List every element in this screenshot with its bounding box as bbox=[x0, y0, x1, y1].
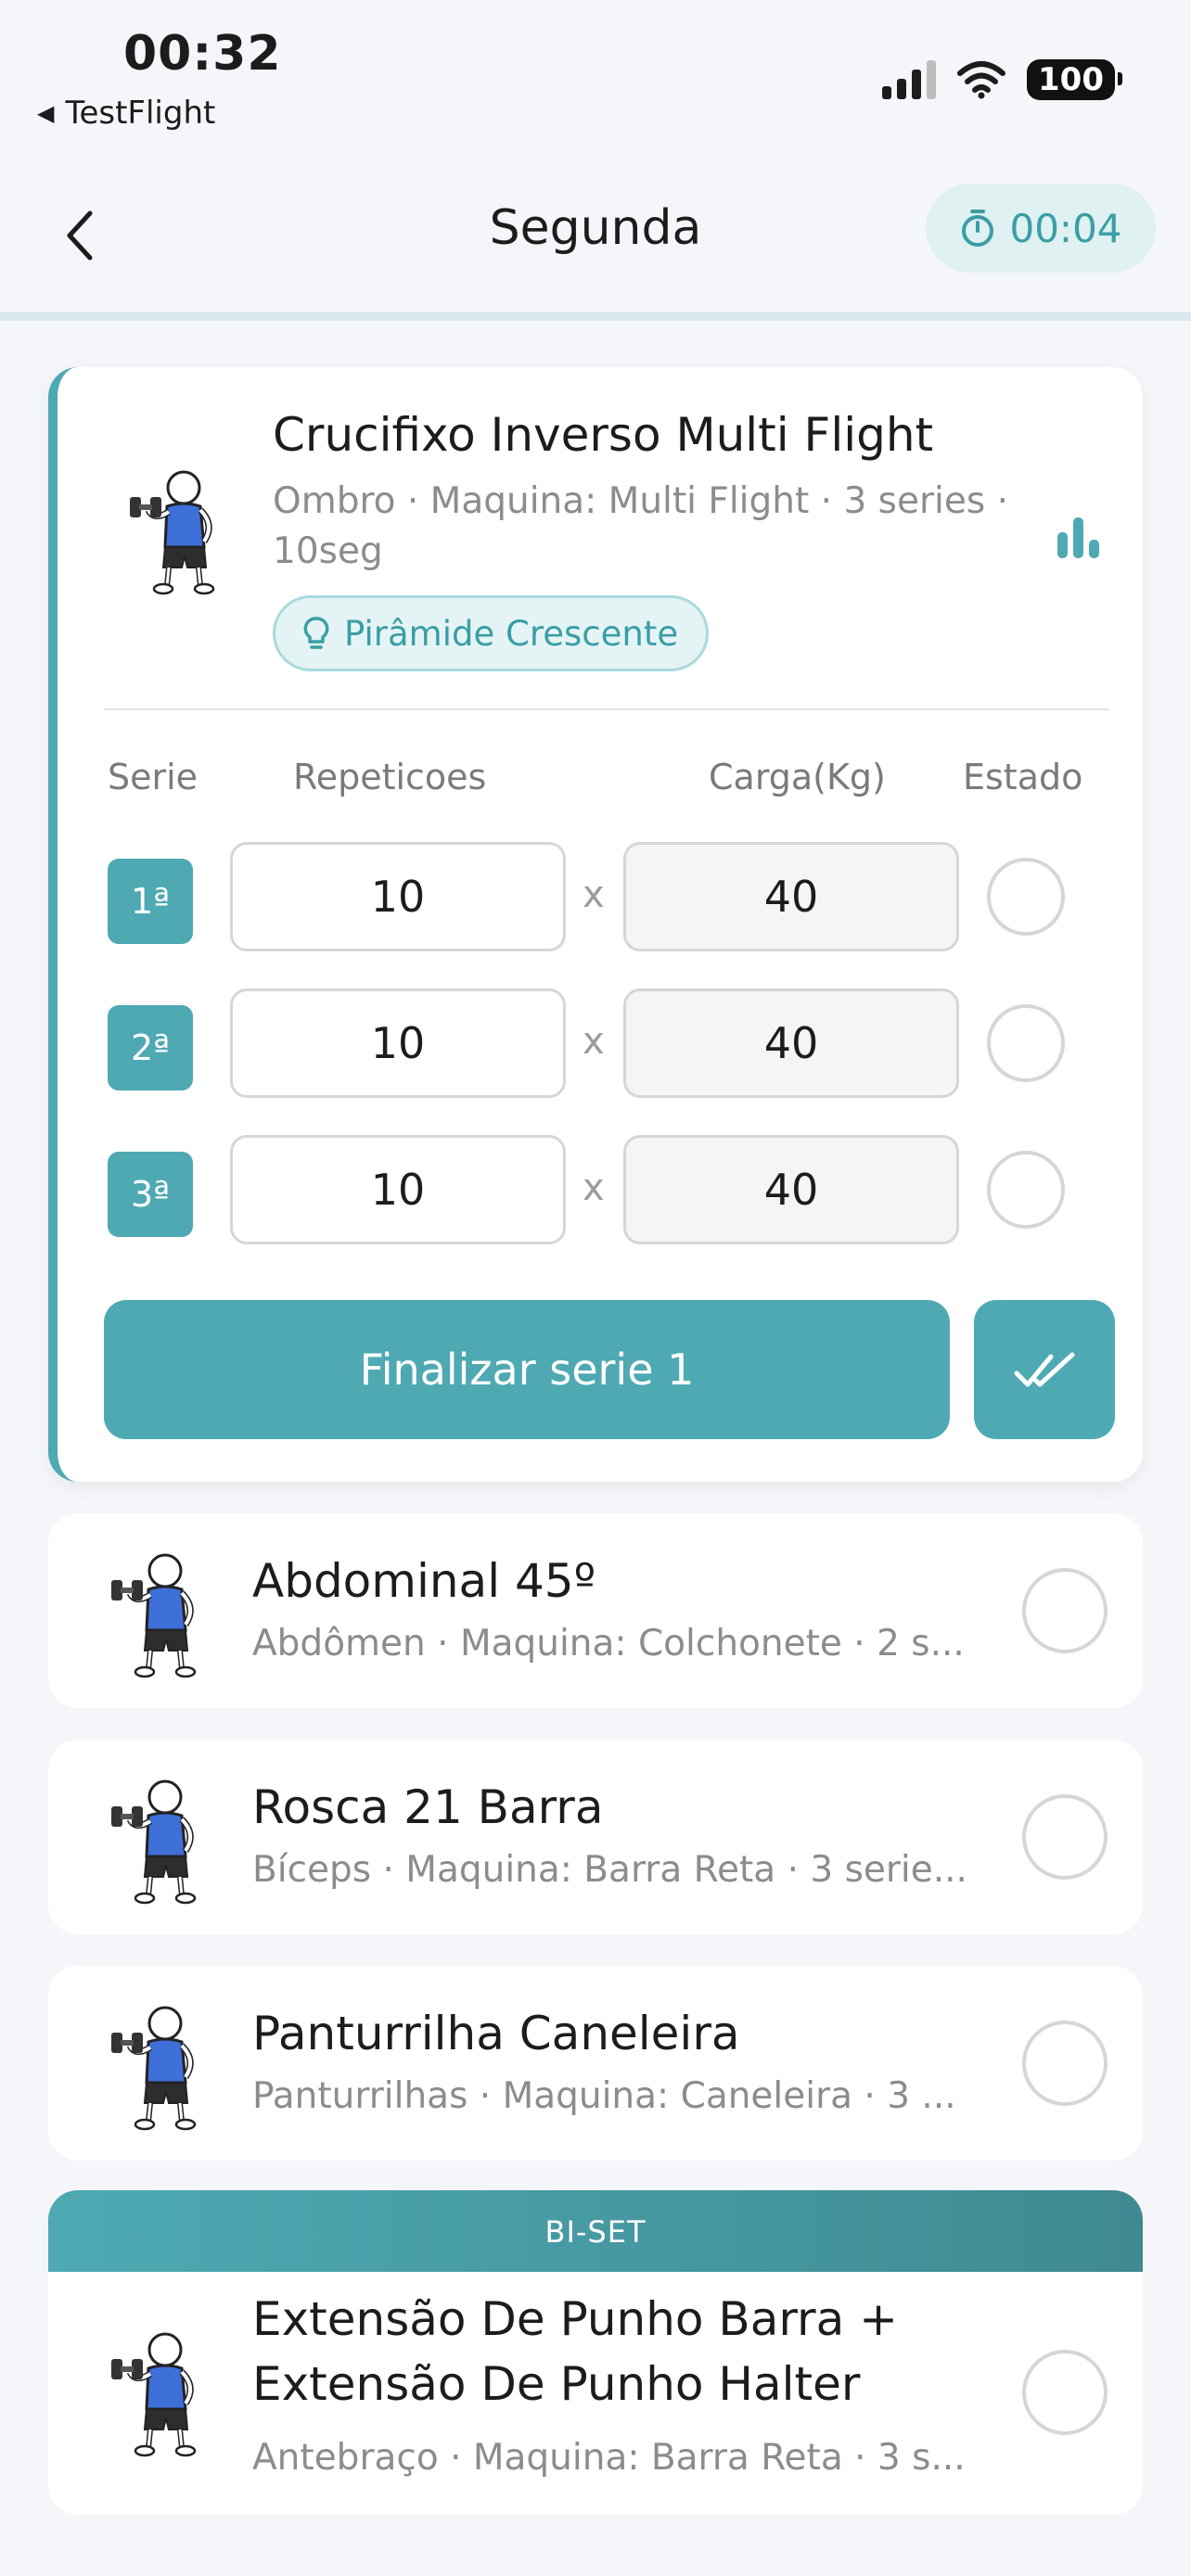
exercise-status-checkbox[interactable] bbox=[1022, 1794, 1108, 1880]
exercise-status-checkbox[interactable] bbox=[1022, 2021, 1108, 2106]
athlete-dumbbell-icon bbox=[122, 467, 234, 597]
times-separator: x bbox=[583, 1167, 605, 1209]
exercise-card[interactable]: Rosca 21 Barra Bíceps · Maquina: Barra R… bbox=[48, 1740, 1143, 1934]
exercise-title: Crucifixo Inverso Multi Flight bbox=[273, 408, 934, 462]
wifi-icon bbox=[957, 61, 1006, 99]
double-check-icon bbox=[1014, 1352, 1075, 1387]
finish-set-button[interactable]: Finalizar serie 1 bbox=[104, 1300, 950, 1439]
back-to-app-link[interactable]: ◀ TestFlight bbox=[37, 95, 215, 132]
header-divider bbox=[0, 312, 1191, 321]
active-exercise-card: Crucifixo Inverso Multi Flight Ombro · M… bbox=[48, 367, 1143, 1482]
exercise-name-line2: Extensão De Punho Halter bbox=[252, 2357, 861, 2411]
set-number-badge: 2ª bbox=[108, 1005, 193, 1090]
exercise-name: Panturrilha Caneleira bbox=[252, 2007, 740, 2060]
exercise-subtitle: Bíceps · Maquina: Barra Reta · 3 serie..… bbox=[252, 1849, 967, 1891]
set-row: 1ª 10 x 40 bbox=[58, 842, 1143, 953]
set-status-checkbox[interactable] bbox=[987, 1004, 1065, 1082]
set-number-badge: 1ª bbox=[108, 859, 193, 944]
biset-exercise-card[interactable]: Extensão De Punho Barra + Extensão De Pu… bbox=[48, 2272, 1143, 2515]
complete-all-button[interactable] bbox=[974, 1300, 1115, 1439]
technique-tag-label: Pirâmide Crescente bbox=[344, 613, 679, 654]
exercise-name: Rosca 21 Barra bbox=[252, 1780, 604, 1834]
column-header-reps: Repeticoes bbox=[293, 757, 487, 797]
set-row: 3ª 10 x 40 bbox=[58, 1135, 1143, 1246]
exercise-name: Abdominal 45º bbox=[252, 1554, 596, 1608]
exercise-card[interactable]: Panturrilha Caneleira Panturrilhas · Maq… bbox=[48, 1966, 1143, 2161]
column-header-status: Estado bbox=[963, 757, 1083, 797]
set-row: 2ª 10 x 40 bbox=[58, 988, 1143, 1100]
exercise-status-checkbox[interactable] bbox=[1022, 2350, 1108, 2435]
exercise-subtitle: Abdômen · Maquina: Colchonete · 2 s... bbox=[252, 1623, 965, 1664]
battery-indicator: 100 bbox=[1027, 59, 1122, 100]
status-icons: 100 bbox=[882, 59, 1122, 100]
load-input[interactable]: 40 bbox=[623, 988, 959, 1098]
reps-input[interactable]: 10 bbox=[230, 842, 566, 951]
load-input[interactable]: 40 bbox=[623, 842, 959, 951]
exercise-name-line1: Extensão De Punho Barra + bbox=[252, 2292, 898, 2346]
athlete-dumbbell-icon bbox=[104, 2003, 215, 2133]
athlete-dumbbell-icon bbox=[104, 1777, 215, 1906]
set-status-checkbox[interactable] bbox=[987, 858, 1065, 936]
athlete-dumbbell-icon bbox=[104, 1550, 215, 1680]
reps-input[interactable]: 10 bbox=[230, 988, 566, 1098]
timer-value: 00:04 bbox=[1009, 205, 1122, 251]
cellular-signal-icon bbox=[882, 60, 937, 99]
status-bar: 00:32 ◀ TestFlight 100 bbox=[0, 0, 1191, 148]
app-header: Segunda 00:04 bbox=[0, 167, 1191, 306]
exercise-subtitle: Panturrilhas · Maquina: Caneleira · 3 ..… bbox=[252, 2075, 956, 2117]
exercise-subtitle: Ombro · Maquina: Multi Flight · 3 series… bbox=[273, 480, 1008, 572]
exercise-status-checkbox[interactable] bbox=[1022, 1568, 1108, 1653]
column-header-serie: Serie bbox=[108, 757, 198, 797]
column-header-load: Carga(Kg) bbox=[709, 757, 886, 797]
stopwatch-icon bbox=[962, 210, 994, 247]
status-time: 00:32 bbox=[123, 26, 282, 82]
lightbulb-icon bbox=[303, 617, 329, 649]
times-separator: x bbox=[583, 1020, 605, 1063]
set-status-checkbox[interactable] bbox=[987, 1151, 1065, 1229]
biset-header: BI-SET bbox=[48, 2190, 1143, 2274]
back-app-label: TestFlight bbox=[65, 95, 216, 132]
exercise-subtitle: Antebraço · Maquina: Barra Reta · 3 s... bbox=[252, 2437, 966, 2479]
card-divider bbox=[104, 708, 1109, 710]
set-number-badge: 3ª bbox=[108, 1152, 193, 1237]
workout-timer[interactable]: 00:04 bbox=[926, 184, 1156, 273]
bar-chart-icon[interactable] bbox=[1056, 514, 1102, 558]
reps-input[interactable]: 10 bbox=[230, 1135, 566, 1244]
back-triangle-icon: ◀ bbox=[37, 100, 55, 126]
athlete-dumbbell-icon bbox=[104, 2329, 215, 2459]
load-input[interactable]: 40 bbox=[623, 1135, 959, 1244]
times-separator: x bbox=[583, 874, 605, 916]
exercise-card[interactable]: Abdominal 45º Abdômen · Maquina: Colchon… bbox=[48, 1513, 1143, 1708]
technique-tag[interactable]: Pirâmide Crescente bbox=[273, 595, 710, 671]
